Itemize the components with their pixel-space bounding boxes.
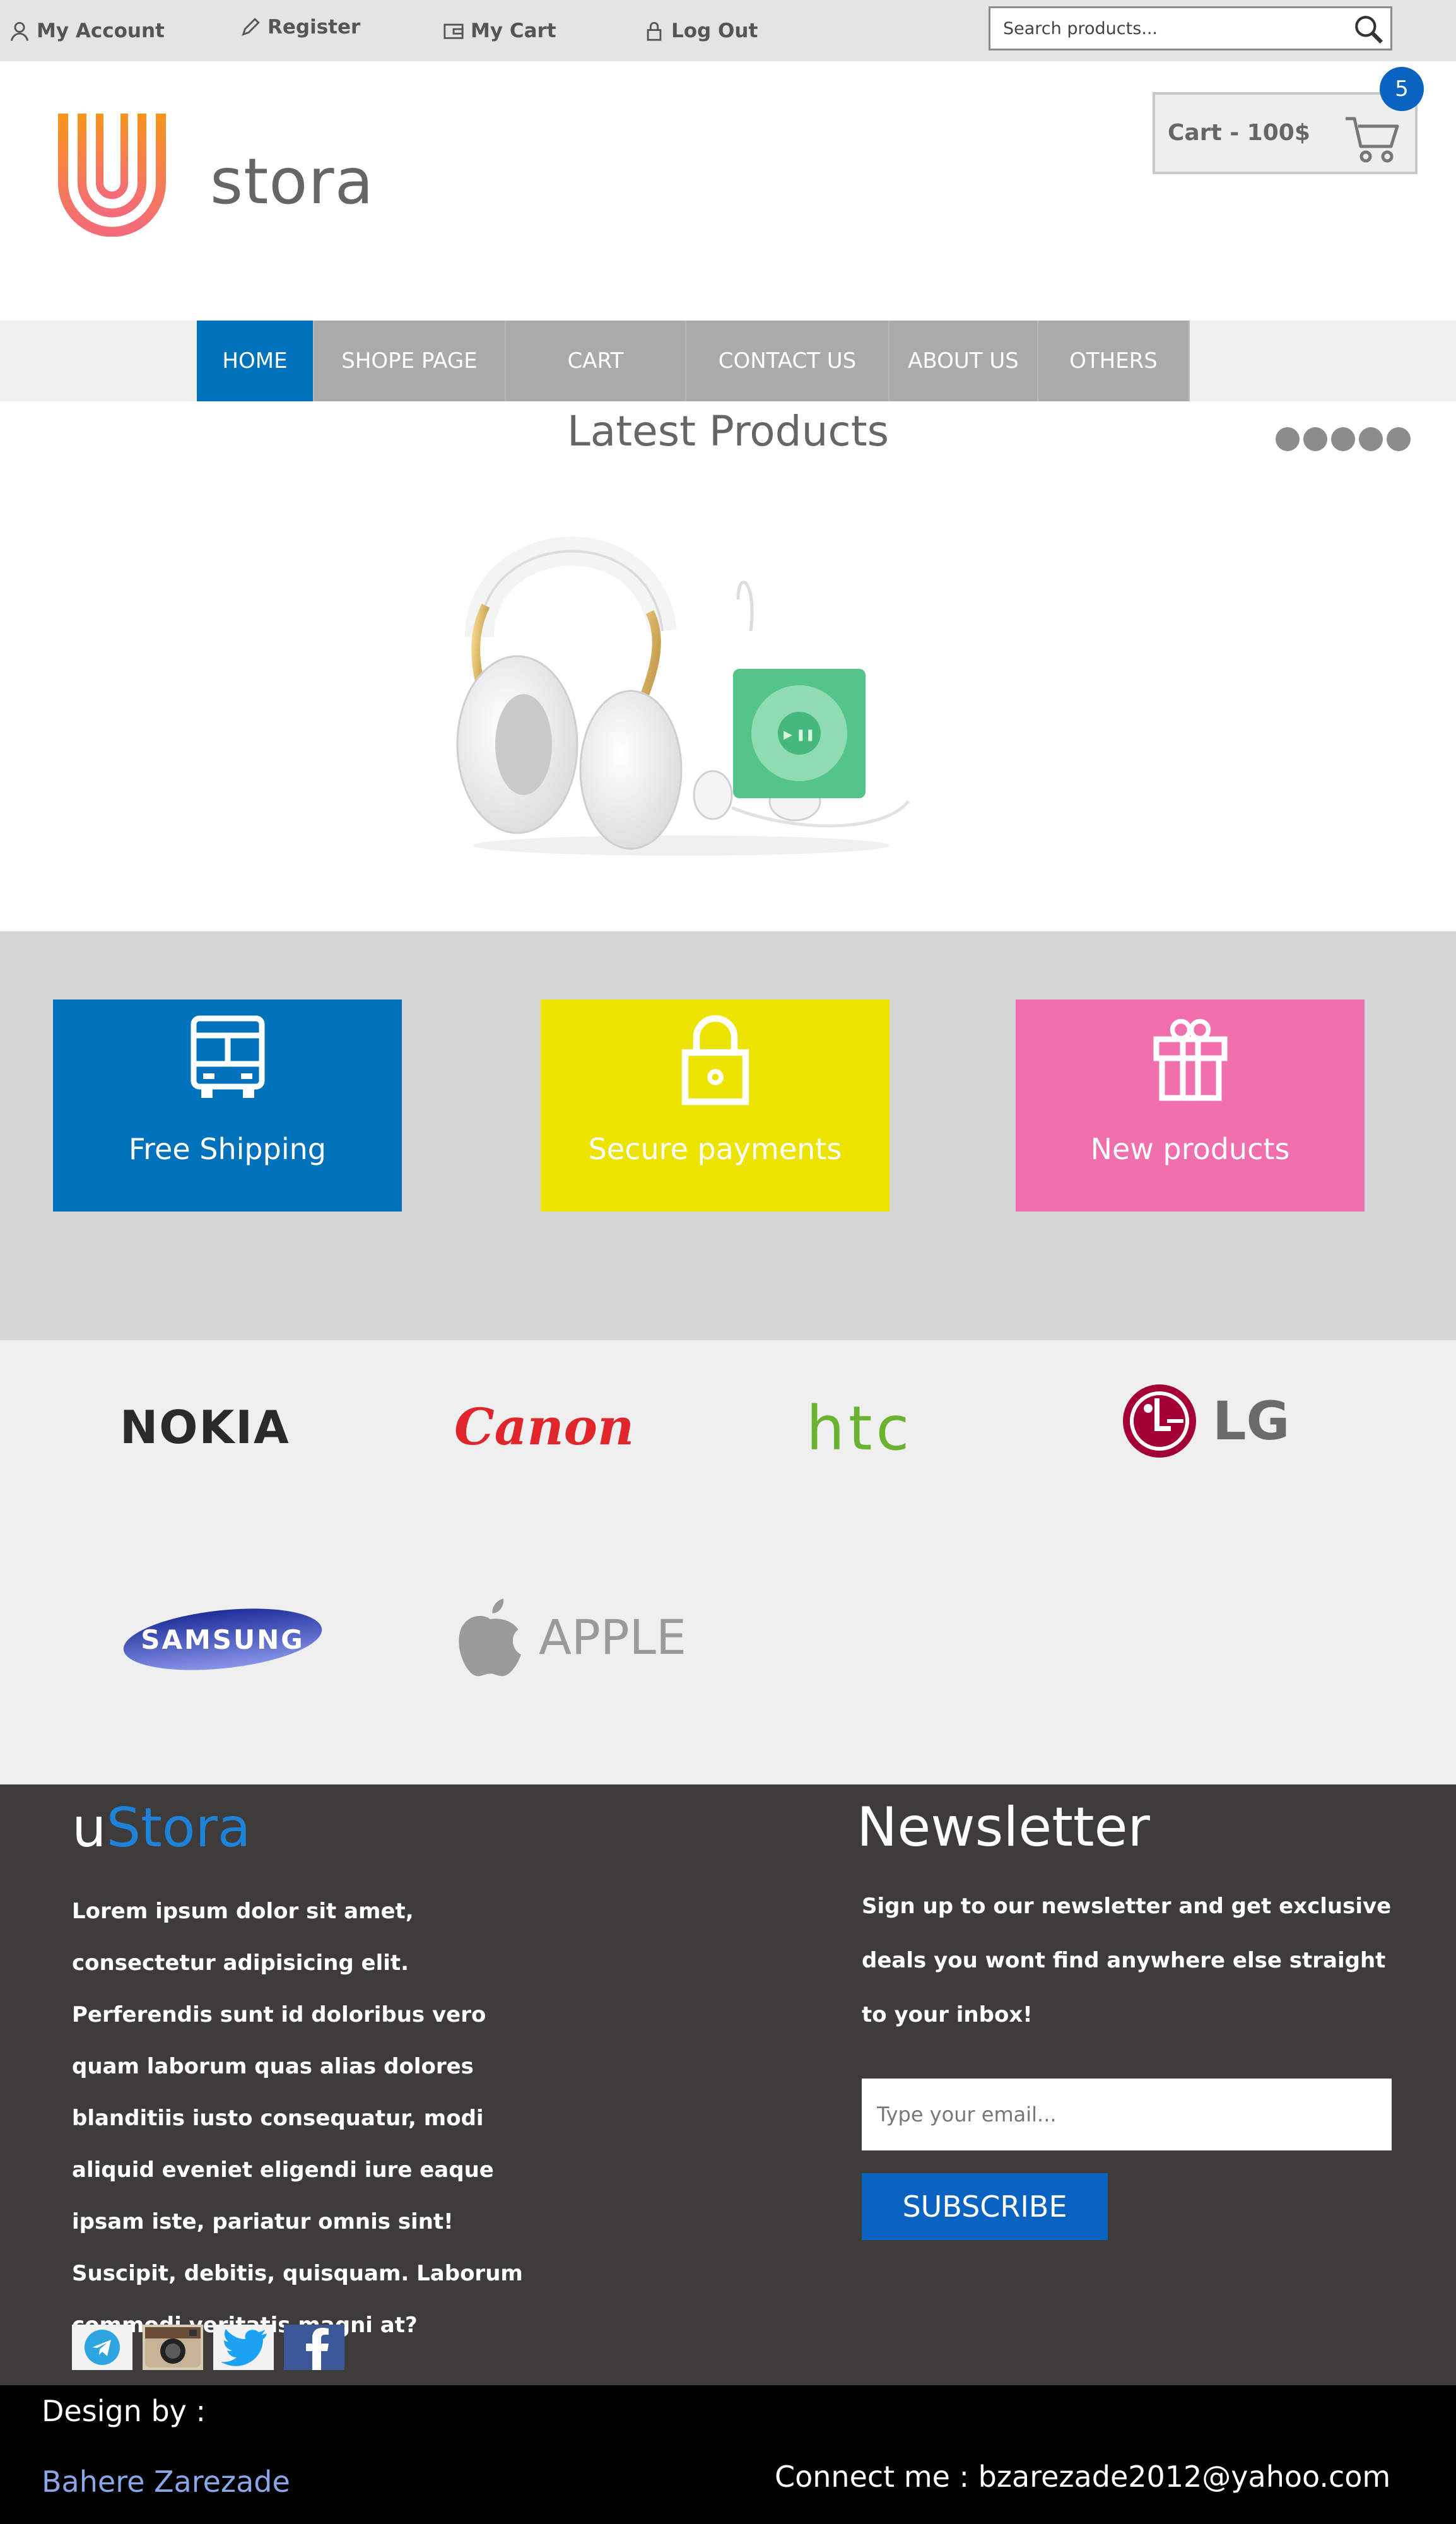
feature-free-shipping[interactable]: Free Shipping xyxy=(53,1000,402,1212)
nav-others[interactable]: OTHERS xyxy=(1038,321,1190,401)
contact-email[interactable]: Connect me : bzarezade2012@yahoo.com xyxy=(775,2460,1390,2494)
log-out-label: Log Out xyxy=(671,20,758,42)
svg-text:▶ ❚❚: ▶ ❚❚ xyxy=(784,728,815,741)
nav-cart[interactable]: CART xyxy=(506,321,686,401)
lock-icon xyxy=(647,21,662,41)
facebook-icon[interactable] xyxy=(284,2325,344,2370)
newsletter-description: Sign up to our newsletter and get exclus… xyxy=(862,1894,1392,2027)
shopping-cart-icon xyxy=(1346,117,1399,163)
slider-dot[interactable] xyxy=(1276,427,1300,451)
telegram-icon[interactable] xyxy=(72,2325,132,2370)
feature-secure-payments[interactable]: Secure payments xyxy=(541,1000,889,1212)
slider-dot[interactable] xyxy=(1303,427,1327,451)
subscribe-button[interactable]: SUBSCRIBE xyxy=(862,2173,1108,2240)
register-link[interactable]: Register xyxy=(240,13,360,42)
logo-u-icon[interactable] xyxy=(57,114,167,237)
feature-label: Secure payments xyxy=(588,1132,842,1166)
design-by-label: Design by : xyxy=(42,2394,206,2428)
top-bar: My Account Register My Cart Log Out xyxy=(0,0,1456,61)
main-nav: HOME SHOPE PAGE CART CONTACT US ABOUT US… xyxy=(0,321,1456,401)
lg-label: LG xyxy=(1212,1390,1290,1452)
cart-count-badge: 5 xyxy=(1380,67,1424,111)
nav-contact-us[interactable]: CONTACT US xyxy=(686,321,889,401)
gift-icon xyxy=(1153,1018,1227,1101)
search-input[interactable] xyxy=(990,8,1344,49)
brands-section: NOKIA Canon htc LG SAMSUNG APPLE xyxy=(0,1340,1456,1784)
slider-dots xyxy=(1276,427,1411,451)
brand-apple-logo[interactable]: APPLE xyxy=(453,1593,686,1681)
footer-logo-stora: Stora xyxy=(106,1796,251,1860)
samsung-label: SAMSUNG xyxy=(141,1624,305,1655)
apple-icon xyxy=(459,1598,521,1677)
search-icon[interactable] xyxy=(1353,13,1384,45)
footer: uStora Lorem ipsum dolor sit amet, conse… xyxy=(0,1784,1456,2385)
brand-htc-logo[interactable]: htc xyxy=(806,1393,913,1464)
features-section: Free Shipping Secure payments New produc… xyxy=(0,931,1456,1340)
lg-face-icon xyxy=(1123,1384,1196,1458)
user-icon xyxy=(10,21,29,41)
log-out-link[interactable]: Log Out xyxy=(643,16,758,45)
my-account-link[interactable]: My Account xyxy=(9,16,165,45)
my-cart-link[interactable]: My Cart xyxy=(443,16,556,45)
newsletter-title: Newsletter xyxy=(857,1796,1150,1859)
header-cart[interactable]: Cart - 100$ xyxy=(1153,92,1418,174)
newsletter-email-input[interactable] xyxy=(862,2079,1392,2150)
brand-lg-logo[interactable]: LG xyxy=(1122,1383,1289,1459)
designer-name[interactable]: Bahere Zarezade xyxy=(42,2465,290,2499)
apple-label: APPLE xyxy=(539,1608,687,1665)
brand-nokia-logo[interactable]: NOKIA xyxy=(120,1401,290,1454)
feature-label: New products xyxy=(1090,1132,1290,1166)
slider-dot[interactable] xyxy=(1359,427,1383,451)
search-box xyxy=(989,6,1392,50)
twitter-icon[interactable] xyxy=(213,2325,274,2370)
slider-dot[interactable] xyxy=(1331,427,1355,451)
my-account-label: My Account xyxy=(37,20,165,42)
pencil-icon xyxy=(242,18,260,36)
lock-icon xyxy=(681,1015,749,1106)
wallet-icon xyxy=(443,23,464,39)
slider-dot[interactable] xyxy=(1387,427,1411,451)
nav-home[interactable]: HOME xyxy=(197,321,314,401)
cart-total-label: Cart - 100$ xyxy=(1168,120,1310,146)
brand-canon-logo[interactable]: Canon xyxy=(454,1397,634,1456)
my-cart-label: My Cart xyxy=(471,20,556,42)
bottom-bar: Design by : Bahere Zarezade Connect me :… xyxy=(0,2385,1456,2524)
footer-logo-u: u xyxy=(72,1796,107,1860)
latest-products-title: Latest Products xyxy=(567,407,889,456)
feature-new-products[interactable]: New products xyxy=(1016,1000,1365,1212)
brand-samsung-logo[interactable]: SAMSUNG xyxy=(121,1605,324,1673)
nav-about-us[interactable]: ABOUT US xyxy=(889,321,1038,401)
register-label: Register xyxy=(267,16,361,38)
feature-label: Free Shipping xyxy=(129,1132,326,1166)
instagram-icon[interactable] xyxy=(143,2325,203,2370)
footer-logo[interactable]: uStora xyxy=(72,1798,251,1858)
headphones-and-music-player-image[interactable]: ▶ ❚❚ xyxy=(442,505,959,858)
social-links xyxy=(72,2325,344,2370)
bus-icon xyxy=(191,1015,264,1098)
footer-about-text: Lorem ipsum dolor sit amet, consectetur … xyxy=(72,1899,523,2338)
nav-shop-page[interactable]: SHOPE PAGE xyxy=(314,321,506,401)
logo-text[interactable]: stora xyxy=(210,150,374,213)
